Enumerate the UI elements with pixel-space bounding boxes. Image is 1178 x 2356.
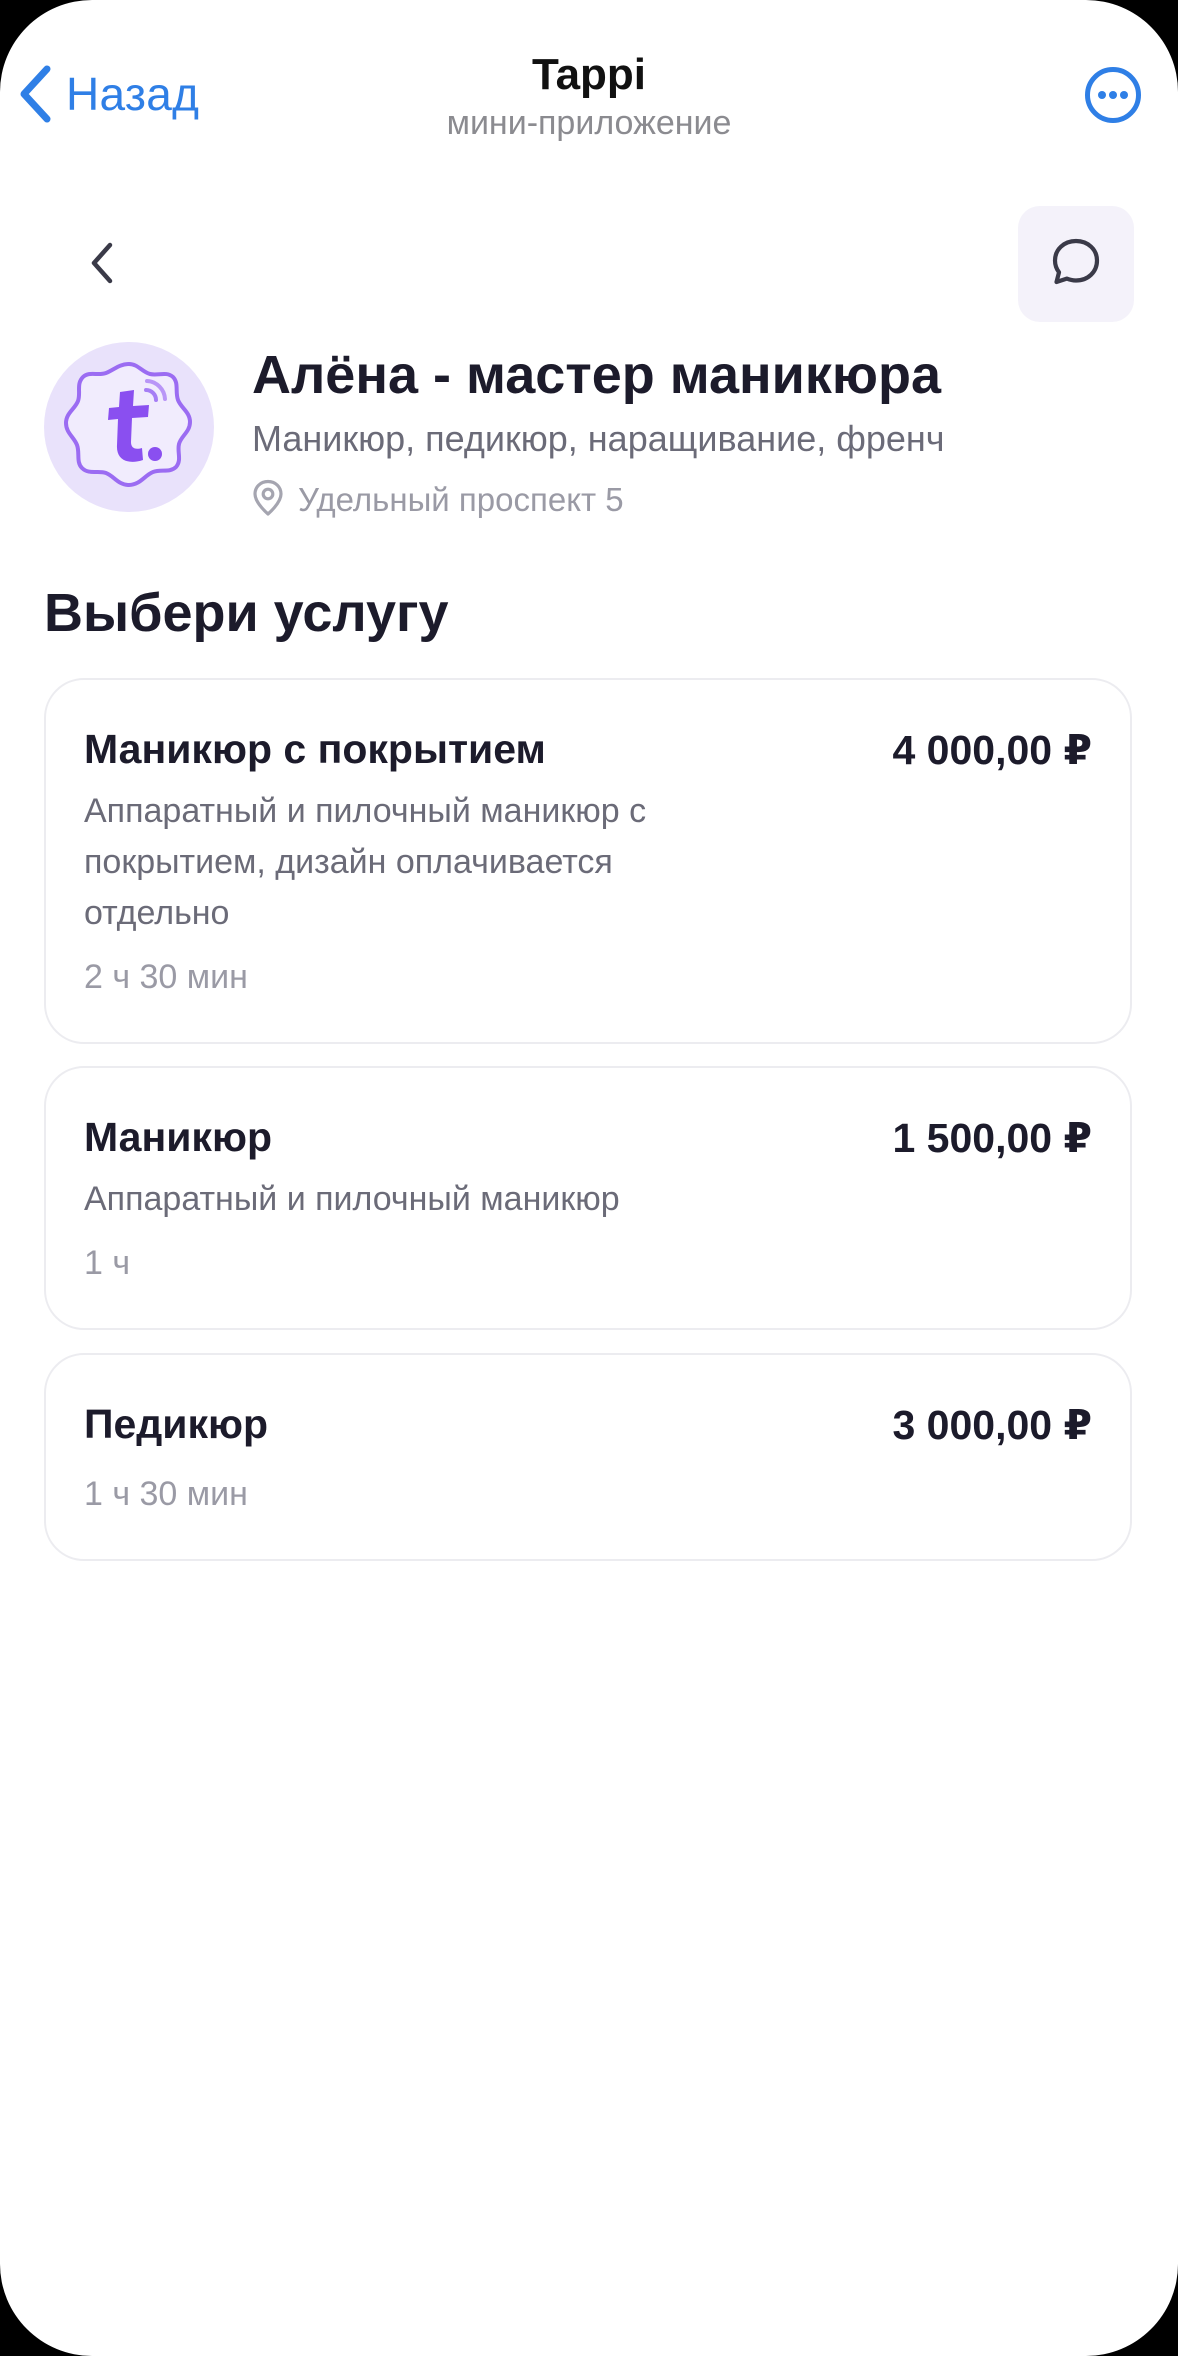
service-duration: 1 ч 30 мин bbox=[84, 1475, 248, 1513]
service-description: Аппаратный и пилочный маникюр с покрытие… bbox=[84, 792, 647, 932]
location-pin-icon bbox=[252, 479, 284, 522]
service-description: Аппаратный и пилочный маникюр bbox=[84, 1180, 620, 1218]
address-text: Удельный проспект 5 bbox=[298, 481, 624, 518]
service-duration: 1 ч bbox=[84, 1244, 131, 1282]
app-subtitle: мини-приложение bbox=[446, 104, 732, 142]
telegram-title-block: Tappi мини-приложение bbox=[0, 48, 1178, 144]
telegram-header: Назад Tappi мини-приложение bbox=[0, 0, 1178, 150]
more-dots-icon bbox=[1084, 67, 1142, 128]
service-price: 1 500,00 ₽ bbox=[892, 1115, 1092, 1161]
service-duration: 2 ч 30 мин bbox=[84, 958, 248, 996]
master-specialties: Маникюр, педикюр, наращивание, френч bbox=[252, 418, 945, 459]
service-card-manicure-coating[interactable]: Маникюр с покрытием 4 000,00 ₽ Аппаратны… bbox=[44, 678, 1132, 1044]
service-card-manicure[interactable]: Маникюр 1 500,00 ₽ Аппаратный и пилочный… bbox=[44, 1066, 1132, 1330]
mini-app-screen: Назад Tappi мини-приложение Алёна - маст… bbox=[0, 0, 1178, 2356]
tappi-logo-icon bbox=[54, 350, 204, 505]
service-price: 3 000,00 ₽ bbox=[892, 1402, 1092, 1448]
chevron-left-icon bbox=[89, 241, 115, 290]
service-price: 4 000,00 ₽ bbox=[892, 727, 1092, 773]
master-address: Удельный проспект 5 bbox=[252, 478, 624, 522]
avatar bbox=[44, 342, 214, 512]
more-button[interactable] bbox=[1084, 66, 1142, 124]
master-name: Алёна - мастер маникюра bbox=[252, 345, 941, 405]
service-card-pedicure[interactable]: Педикюр 3 000,00 ₽ 1 ч 30 мин bbox=[44, 1353, 1132, 1561]
chat-button[interactable] bbox=[1018, 206, 1134, 322]
service-title: Маникюр bbox=[84, 1114, 273, 1160]
service-title: Педикюр bbox=[84, 1401, 269, 1447]
chat-bubble-icon bbox=[1048, 234, 1104, 295]
app-title: Tappi bbox=[531, 50, 647, 99]
app-back-button[interactable] bbox=[72, 230, 132, 300]
section-title: Выбери услугу bbox=[44, 583, 449, 643]
service-title: Маникюр с покрытием bbox=[84, 726, 546, 772]
